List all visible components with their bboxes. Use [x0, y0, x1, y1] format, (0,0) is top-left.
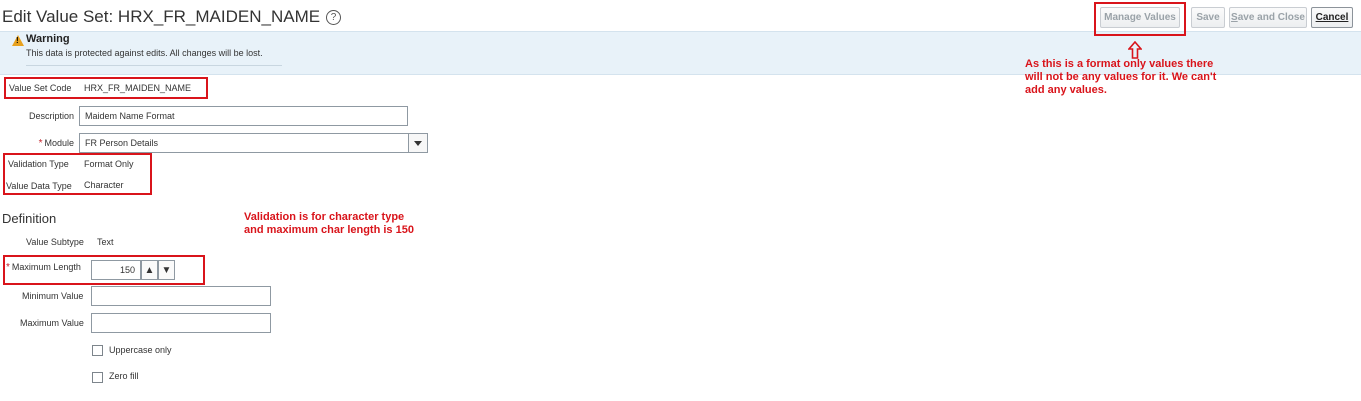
value-subtype-value: Text — [97, 237, 114, 247]
required-indicator: * — [38, 138, 43, 149]
maximum-value-label: Maximum Value — [20, 318, 84, 328]
note-line: As this is a format only values there — [1025, 58, 1214, 70]
save-and-close-label: ave and Close — [1237, 12, 1305, 23]
zero-fill-checkbox[interactable] — [92, 372, 103, 383]
note-line: Validation is for character type — [244, 211, 405, 223]
warning-title: Warning — [26, 33, 70, 45]
module-label-text: Module — [44, 138, 74, 148]
annotation-box-maximum-length — [3, 255, 205, 285]
value-subtype-label: Value Subtype — [26, 237, 84, 247]
question-circle-icon[interactable]: ? — [326, 10, 342, 25]
maximum-value-input[interactable] — [91, 313, 271, 333]
cancel-label: Cancel — [1315, 12, 1349, 23]
manage-values-note: As this is a format only values there wi… — [1025, 58, 1216, 97]
annotation-box-manage-values — [1094, 2, 1186, 36]
page-title-text: Edit Value Set: HRX_FR_MAIDEN_NAME — [2, 7, 321, 26]
zero-fill-label: Zero fill — [109, 371, 139, 381]
description-input[interactable]: Maidem Name Format — [79, 106, 408, 126]
annotation-box-validation-type — [3, 153, 152, 195]
minimum-value-input[interactable] — [91, 286, 271, 306]
module-label: * Module — [30, 138, 74, 149]
minimum-value-label: Minimum Value — [22, 291, 84, 301]
save-and-close-mnemonic: S — [1231, 12, 1238, 23]
definition-heading: Definition — [2, 211, 57, 226]
cancel-button[interactable]: Cancel — [1311, 7, 1353, 28]
warning-triangle-icon: ! — [12, 35, 24, 46]
warning-message: This data is protected against edits. Al… — [26, 48, 263, 58]
uppercase-only-label: Uppercase only — [109, 345, 172, 355]
uppercase-only-checkbox[interactable] — [92, 345, 103, 356]
validation-note: Validation is for character type and max… — [244, 211, 414, 237]
save-label: Save — [1196, 12, 1220, 23]
page-title: Edit Value Set: HRX_FR_MAIDEN_NAME? — [2, 7, 342, 27]
annotation-box-value-set-code — [4, 77, 208, 99]
note-line: add any values. — [1025, 84, 1107, 96]
save-button[interactable]: Save — [1191, 7, 1225, 28]
save-and-close-button[interactable]: Save and Close — [1229, 7, 1307, 28]
note-line: and maximum char length is 150 — [244, 224, 414, 236]
module-select[interactable]: FR Person Details — [79, 133, 428, 153]
arrow-up-icon — [1128, 41, 1142, 59]
module-value: FR Person Details — [85, 138, 159, 148]
warning-divider — [26, 65, 282, 66]
description-label: Description — [28, 111, 74, 121]
chevron-down-icon[interactable] — [408, 134, 427, 152]
note-line: will not be any values for it. We can't — [1025, 71, 1217, 83]
description-value: Maidem Name Format — [85, 111, 175, 121]
